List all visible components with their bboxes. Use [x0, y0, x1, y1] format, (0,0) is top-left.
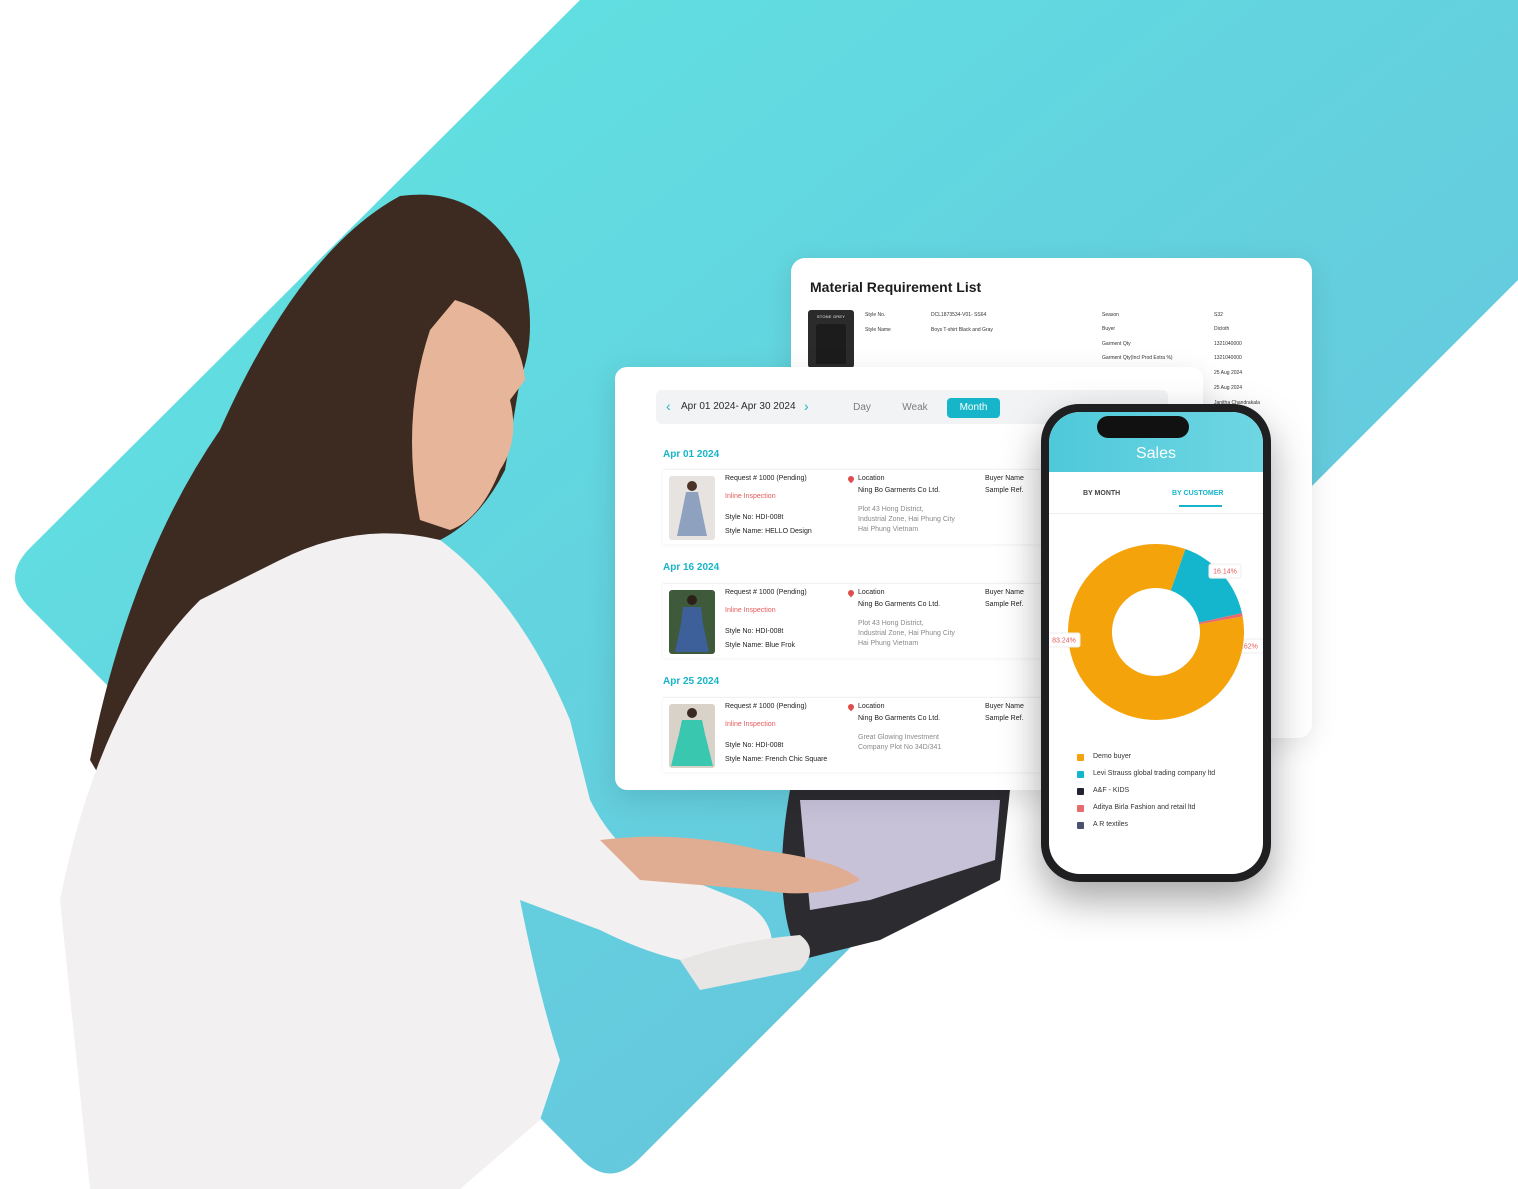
location-label: Location	[858, 589, 885, 596]
style-name: Style Name: French Chic Square	[725, 756, 828, 763]
company-name: Ning Bo Garments Co Ltd.	[858, 487, 941, 494]
mrl-label: Season	[1102, 312, 1119, 318]
slice-label: 16.14%	[1208, 563, 1242, 579]
legend-label: Aditya Birla Fashion and retail ltd	[1093, 804, 1196, 811]
address-line: Industrial Zone, Hai Phung City	[858, 630, 955, 637]
date-heading: Apr 25 2024	[663, 676, 720, 687]
legend-label: Levi Strauss global trading company ltd	[1093, 770, 1216, 777]
slice-label: 83.24%	[1049, 632, 1081, 648]
address-line: Plot 43 Hong District,	[858, 506, 924, 513]
phone-notch	[1097, 416, 1189, 438]
legend-swatch	[1077, 754, 1084, 761]
legend-swatch	[1077, 788, 1084, 795]
inspection-type: Inline Inspection	[725, 721, 776, 728]
legend-swatch	[1077, 822, 1084, 829]
buyer-name: Buyer Name	[985, 475, 1024, 482]
phone-mockup: Sales BY MONTH BY CUSTOMER 16.14% 0.62% 83…	[1041, 404, 1271, 882]
style-no: Style No: HDI-008t	[725, 628, 784, 635]
dress-thumbnail	[669, 704, 715, 768]
legend-swatch	[1077, 805, 1084, 812]
mrl-thumb-tag: STONE GREY	[816, 314, 846, 319]
location-label: Location	[858, 703, 885, 710]
mrl-value: 1321040000	[1214, 355, 1242, 361]
mrl-value: 25 Aug 2024	[1214, 385, 1243, 391]
mrl-value: Dicloth	[1214, 326, 1230, 332]
location-label: Location	[858, 475, 885, 482]
inspection-type: Inline Inspection	[725, 607, 776, 614]
company-name: Ning Bo Garments Co Ltd.	[858, 601, 941, 608]
mrl-value: S32	[1214, 312, 1223, 318]
tab-month[interactable]: Month	[947, 398, 1000, 418]
date-heading: Apr 01 2024	[663, 449, 720, 460]
tab-by-customer[interactable]: BY CUSTOMER	[1172, 490, 1223, 497]
dress-thumbnail	[669, 590, 715, 654]
sample-ref: Sample Ref.	[985, 601, 1024, 608]
date-range-label: Apr 01 2024- Apr 30 2024	[681, 401, 796, 412]
location-pin-icon	[846, 474, 856, 484]
chevron-left-icon[interactable]: ‹	[666, 399, 671, 413]
buyer-name: Buyer Name	[985, 589, 1024, 596]
svg-text:83.24%: 83.24%	[1052, 638, 1076, 645]
mrl-product-thumbnail: STONE GREY	[808, 310, 854, 368]
style-name: Style Name: Blue Frok	[725, 642, 796, 649]
address-line: Hai Phung Vietnam	[858, 526, 919, 533]
mrl-value: 1321040000	[1214, 341, 1242, 347]
request-number: Request # 1000 (Pending)	[725, 475, 807, 482]
style-name: Style Name: HELLO Design	[725, 528, 812, 535]
sales-donut-chart: 16.14%0.62%83.24%	[1049, 544, 1263, 720]
mrl-label: Garment Qty	[1102, 341, 1131, 347]
mrl-value: DCL1873534-V01- SS64	[931, 312, 987, 318]
style-no: Style No: HDI-008t	[725, 514, 784, 521]
sample-ref: Sample Ref.	[985, 715, 1024, 722]
chevron-right-icon[interactable]: ›	[804, 399, 809, 413]
mrl-label: Garment Qty(Incl Prod Extra %)	[1102, 355, 1173, 361]
address-line: Hai Phung Vietnam	[858, 640, 919, 647]
legend-label: A R textiles	[1093, 821, 1129, 828]
mrl-value: Boys T-shirt Black and Gray	[931, 327, 993, 333]
location-pin-icon	[846, 588, 856, 598]
tab-day[interactable]: Day	[836, 398, 888, 418]
buyer-name: Buyer Name	[985, 703, 1024, 710]
address-line: Industrial Zone, Hai Phung City	[858, 516, 955, 523]
inspection-type: Inline Inspection	[725, 493, 776, 500]
legend-swatch	[1077, 771, 1084, 778]
svg-text:16.14%: 16.14%	[1213, 569, 1237, 576]
location-pin-icon	[846, 702, 856, 712]
address-line: Plot 43 Hong District,	[858, 620, 924, 627]
style-no: Style No: HDI-008t	[725, 742, 784, 749]
tab-by-month[interactable]: BY MONTH	[1083, 490, 1120, 497]
mrl-title: Material Requirement List	[810, 279, 982, 295]
tab-week[interactable]: Weak	[890, 398, 940, 418]
date-heading: Apr 16 2024	[663, 562, 720, 573]
legend-label: Demo buyer	[1093, 753, 1132, 760]
mrl-label: Style No.	[865, 312, 886, 318]
tab-divider	[1049, 513, 1263, 514]
company-name: Ning Bo Garments Co Ltd.	[858, 715, 941, 722]
legend-label: A&F - KIDS	[1093, 787, 1130, 794]
active-tab-indicator	[1179, 505, 1222, 507]
mrl-value: 25 Aug 2024	[1214, 370, 1243, 376]
address-line: Great Glowing Investment	[858, 734, 939, 741]
dress-thumbnail	[669, 476, 715, 540]
request-number: Request # 1000 (Pending)	[725, 703, 807, 710]
sample-ref: Sample Ref.	[985, 487, 1024, 494]
request-number: Request # 1000 (Pending)	[725, 589, 807, 596]
sales-title: Sales	[1135, 445, 1177, 462]
address-line: Company Plot No 34D/341	[858, 744, 942, 751]
mrl-label: Buyer	[1102, 326, 1116, 332]
mrl-label: Style Name	[865, 327, 891, 333]
phone-screen: Sales BY MONTH BY CUSTOMER 16.14% 0.62% 83…	[1049, 412, 1263, 874]
